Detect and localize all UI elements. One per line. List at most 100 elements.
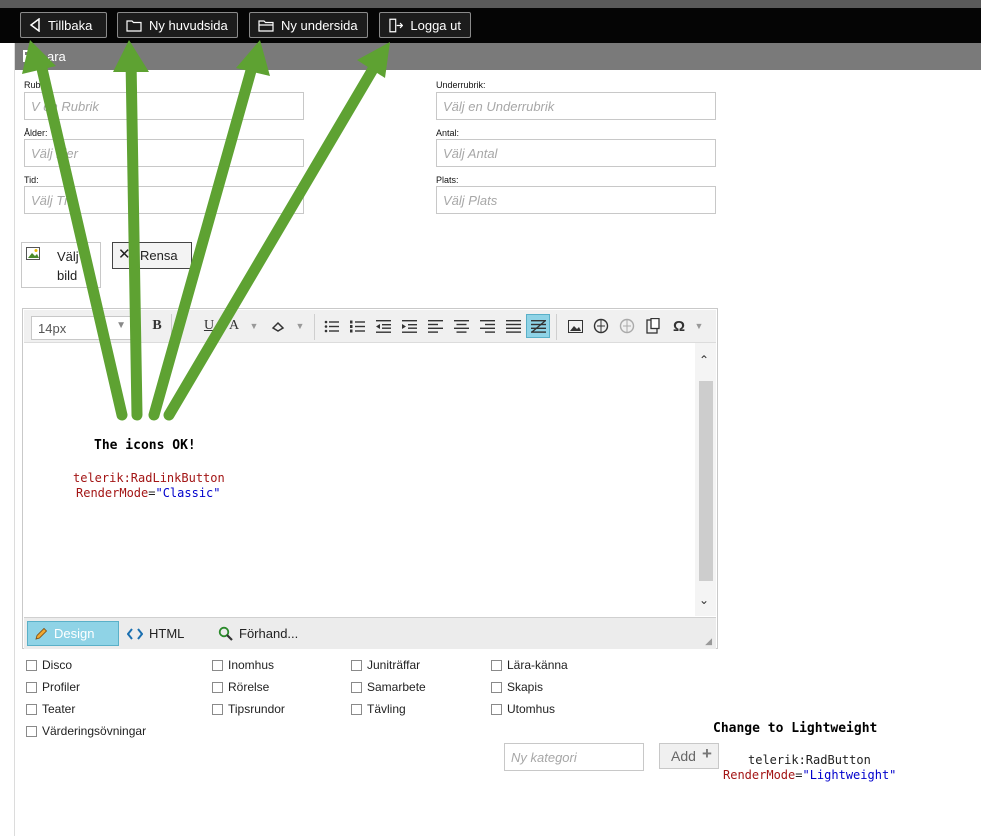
underline-icon[interactable]: U — [199, 316, 219, 336]
category-label: Disco — [42, 658, 73, 672]
html-mode-label: HTML — [149, 626, 185, 641]
clear-alignment-icon[interactable] — [526, 314, 550, 338]
category-checkbox[interactable]: Värderingsövningar — [26, 724, 146, 738]
category-checkbox[interactable]: Disco — [26, 658, 72, 672]
rich-text-editor: 14px ▼ B U A ▼ ▼ Ω ▼ The icons OK! teler… — [22, 308, 718, 649]
add-category-button[interactable]: Add + — [659, 743, 719, 769]
category-checkbox[interactable]: Skapis — [491, 680, 543, 694]
editor-vertical-scrollbar[interactable]: ⌃ ⌄ — [695, 343, 716, 616]
left-border-line — [14, 43, 15, 836]
back-button[interactable]: Tillbaka — [20, 12, 107, 38]
logout-button[interactable]: Logga ut — [379, 12, 471, 38]
indent-icon[interactable] — [399, 316, 419, 336]
justify-icon[interactable] — [503, 316, 523, 336]
paste-icon[interactable] — [643, 316, 663, 336]
format-stripper-icon[interactable] — [269, 316, 289, 336]
category-checkbox[interactable]: Tipsrundor — [212, 702, 285, 716]
alder-input[interactable]: Välj lder — [24, 139, 304, 167]
numbered-list-icon[interactable] — [347, 316, 367, 336]
html-mode-tab[interactable]: HTML — [121, 621, 190, 646]
checkbox[interactable] — [491, 681, 502, 693]
category-label: Inomhus — [228, 658, 275, 672]
rubrik-input[interactable]: V en Rubrik — [24, 92, 304, 120]
checkbox[interactable] — [26, 703, 37, 715]
checkbox[interactable] — [26, 659, 37, 671]
antal-label: Antal: — [436, 128, 460, 138]
outdent-icon[interactable] — [373, 316, 393, 336]
new-sub-page-button[interactable]: Ny undersida — [249, 12, 368, 38]
category-label: Profiler — [42, 680, 81, 694]
underrubrik-input[interactable]: Välj en Underrubrik — [436, 92, 716, 120]
new-main-page-button[interactable]: Ny huvudsida — [117, 12, 238, 38]
align-center-icon[interactable] — [451, 316, 471, 336]
bold-icon[interactable]: B — [147, 316, 167, 336]
preview-mode-tab[interactable]: Förhand... — [212, 621, 304, 646]
magnifier-icon — [218, 626, 233, 641]
checkbox[interactable] — [26, 725, 37, 737]
scrollbar-thumb[interactable] — [699, 381, 713, 581]
annotation-top-line2: RenderMode="Classic" — [76, 486, 221, 500]
checkbox[interactable] — [351, 703, 362, 715]
font-size-select[interactable]: 14px ▼ — [31, 316, 132, 340]
back-arrow-icon — [29, 18, 40, 32]
choose-image-label-1: Välj — [57, 249, 79, 264]
category-label: Värderingsövningar — [42, 724, 147, 738]
font-size-value: 14px — [38, 321, 67, 336]
checkbox[interactable] — [212, 703, 223, 715]
checkbox[interactable] — [491, 703, 502, 715]
category-checkbox[interactable]: Samarbete — [351, 680, 426, 694]
align-left-icon[interactable] — [425, 316, 445, 336]
plats-label: Plats: — [436, 175, 459, 185]
annotation-bottom-title: Change to Lightweight — [713, 721, 878, 736]
alder-label: Ålder: — [24, 128, 48, 138]
checkbox[interactable] — [212, 659, 223, 671]
category-checkbox[interactable]: Lära-känna — [491, 658, 568, 672]
close-icon: ✕ — [118, 246, 131, 263]
code-icon — [127, 627, 143, 640]
plats-input[interactable]: Välj Plats — [436, 186, 716, 214]
scroll-up-icon[interactable]: ⌃ — [699, 353, 709, 367]
choose-image-label-2: bild — [57, 268, 78, 283]
back-label: Tillbaka — [48, 17, 93, 33]
category-label: Lära-känna — [507, 658, 568, 672]
checkbox[interactable] — [491, 659, 502, 671]
link-manager-icon[interactable] — [591, 316, 611, 336]
choose-image-button[interactable]: Välj bild — [21, 242, 101, 288]
special-chars-icon[interactable]: Ω — [669, 316, 689, 336]
category-checkbox[interactable]: Profiler — [26, 680, 80, 694]
category-checkbox[interactable]: Rörelse — [212, 680, 269, 694]
category-checkbox[interactable]: Teater — [26, 702, 75, 716]
editor-content[interactable]: The icons OK! telerik:RadLinkButton Rend… — [24, 343, 695, 616]
rubrik-label: Rub — [24, 80, 41, 90]
design-mode-tab[interactable]: Design — [27, 621, 119, 646]
save-bar[interactable]: ara — [15, 43, 981, 70]
checkbox[interactable] — [351, 659, 362, 671]
category-checkbox[interactable]: Juniträffar — [351, 658, 420, 672]
underrubrik-label: Underrubrik: — [436, 80, 486, 90]
new-main-page-label: Ny huvudsida — [149, 17, 228, 33]
plus-icon: + — [702, 744, 712, 763]
editor-toolbar: 14px ▼ B U A ▼ ▼ Ω ▼ — [24, 310, 716, 343]
folder-icon — [126, 19, 142, 32]
bullet-list-icon[interactable] — [321, 316, 341, 336]
checkbox[interactable] — [26, 681, 37, 693]
resize-grip-icon[interactable]: ◢ — [705, 636, 712, 647]
clear-image-button[interactable]: ✕ Rensa — [112, 242, 192, 269]
tid-input[interactable]: Välj Ti — [24, 186, 304, 214]
antal-input[interactable]: Välj Antal — [436, 139, 716, 167]
special-chars-dropdown-icon[interactable]: ▼ — [689, 316, 709, 336]
unlink-icon[interactable] — [617, 316, 637, 336]
category-checkbox[interactable]: Tävling — [351, 702, 406, 716]
new-category-input[interactable]: Ny kategori — [504, 743, 644, 771]
align-right-icon[interactable] — [477, 316, 497, 336]
format-stripper-dropdown-icon[interactable]: ▼ — [290, 316, 310, 336]
category-checkbox[interactable]: Inomhus — [212, 658, 274, 672]
font-color-dropdown-icon[interactable]: ▼ — [244, 316, 264, 336]
category-checkbox[interactable]: Utomhus — [491, 702, 555, 716]
image-manager-icon[interactable] — [565, 316, 585, 336]
checkbox[interactable] — [212, 681, 223, 693]
chevron-down-icon: ▼ — [116, 320, 126, 331]
font-color-icon[interactable]: A — [224, 316, 244, 336]
scroll-down-icon[interactable]: ⌄ — [699, 593, 709, 607]
checkbox[interactable] — [351, 681, 362, 693]
